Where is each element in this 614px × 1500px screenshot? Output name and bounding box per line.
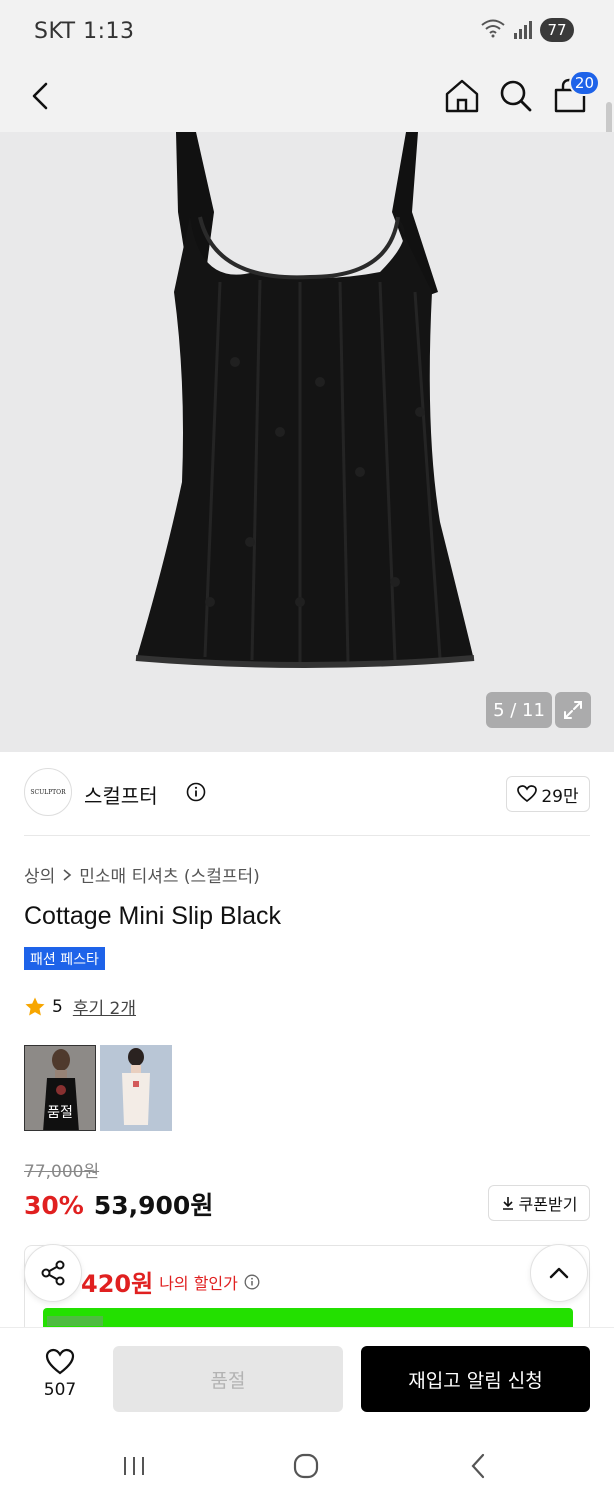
share-icon <box>41 1260 65 1286</box>
breadcrumb-subcategory[interactable]: 민소매 티셔츠 (스컬프터) <box>79 862 259 887</box>
back-button[interactable] <box>22 76 62 116</box>
wishlist-button[interactable]: 507 <box>30 1348 90 1418</box>
event-badge: 패션 페스타 <box>24 947 105 970</box>
product-title: Cottage Mini Slip Black <box>24 902 282 930</box>
wifi-icon <box>480 18 506 42</box>
recent-apps-icon <box>124 1457 144 1475</box>
share-button[interactable] <box>24 1244 82 1302</box>
battery-indicator: 77 <box>540 18 574 42</box>
rating-score: 5 <box>52 996 63 1017</box>
option-thumb-black[interactable]: 품절 <box>24 1045 96 1131</box>
option-thumbnails: 품절 <box>24 1045 172 1131</box>
discount-rate: 30% <box>24 1191 84 1220</box>
star-icon <box>25 997 45 1015</box>
coupon-label: 쿠폰받기 <box>518 1195 578 1214</box>
thumb-image <box>100 1045 172 1131</box>
review-link[interactable]: 후기 2개 <box>73 994 136 1019</box>
system-navigation <box>0 1432 614 1500</box>
coupon-button[interactable]: 쿠폰받기 <box>488 1185 590 1221</box>
breadcrumb-category[interactable]: 상의 <box>24 862 55 887</box>
restock-alert-button[interactable]: 재입고 알림 신청 <box>361 1346 590 1412</box>
home-circle-icon <box>293 1453 319 1479</box>
download-icon <box>502 1197 513 1210</box>
brand-row: SCULPTOR 스컬프터 29만 <box>24 768 590 818</box>
rating-row: 5 후기 2개 <box>24 994 136 1019</box>
expand-icon <box>564 701 582 719</box>
price-row: 30% 53,900원 <box>24 1186 213 1222</box>
home-icon <box>445 79 479 113</box>
brand-name[interactable]: 스컬프터 <box>84 780 158 809</box>
wishlist-count: 507 <box>43 1380 77 1400</box>
cart-count-badge: 20 <box>568 70 600 96</box>
my-price-box: 420원 나의 할인가 <box>24 1245 590 1335</box>
brand-like-count: 29만 <box>541 786 579 807</box>
signal-icon <box>514 21 532 39</box>
back-icon <box>471 1453 485 1479</box>
scroll-top-button[interactable] <box>530 1244 588 1302</box>
my-price-amount: 420원 <box>81 1270 154 1298</box>
product-image-gallery[interactable] <box>0 132 614 752</box>
original-price: 77,000원 <box>24 1162 100 1182</box>
chevron-right-icon <box>63 868 72 881</box>
back-nav-button[interactable] <box>458 1450 498 1482</box>
bottom-action-bar: 507 품절 재입고 알림 신청 <box>0 1327 614 1432</box>
breadcrumb: 상의 민소매 티셔츠 (스컬프터) <box>24 862 260 887</box>
heart-icon <box>517 785 538 803</box>
status-icons: 77 <box>480 18 574 42</box>
home-button[interactable] <box>442 76 482 116</box>
divider <box>24 835 590 836</box>
soldout-overlay: 품절 <box>25 1046 95 1130</box>
expand-button[interactable] <box>555 692 591 728</box>
status-bar: SKT 1:13 77 <box>0 0 614 62</box>
brand-logo[interactable]: SCULPTOR <box>24 768 72 816</box>
my-price: 420원 나의 할인가 <box>81 1264 260 1299</box>
status-carrier-time: SKT 1:13 <box>34 19 135 44</box>
cart-button[interactable]: 20 <box>550 70 600 116</box>
my-price-label: 나의 할인가 <box>159 1273 238 1293</box>
top-nav: 20 <box>0 62 614 132</box>
info-icon[interactable] <box>186 782 206 802</box>
product-photo <box>135 132 475 668</box>
search-button[interactable] <box>496 76 536 116</box>
home-nav-button[interactable] <box>286 1450 326 1482</box>
option-thumb-white[interactable] <box>100 1045 172 1131</box>
heart-icon <box>45 1348 75 1375</box>
soldout-button[interactable]: 품절 <box>113 1346 343 1412</box>
image-counter: 5 / 11 <box>486 692 552 728</box>
search-icon <box>500 80 532 112</box>
sale-price: 53,900원 <box>93 1191 214 1220</box>
back-icon <box>32 82 48 110</box>
recent-apps-button[interactable] <box>114 1450 154 1482</box>
info-icon[interactable] <box>244 1274 260 1290</box>
brand-like-button[interactable]: 29만 <box>506 776 590 812</box>
chevron-up-icon <box>549 1267 569 1279</box>
